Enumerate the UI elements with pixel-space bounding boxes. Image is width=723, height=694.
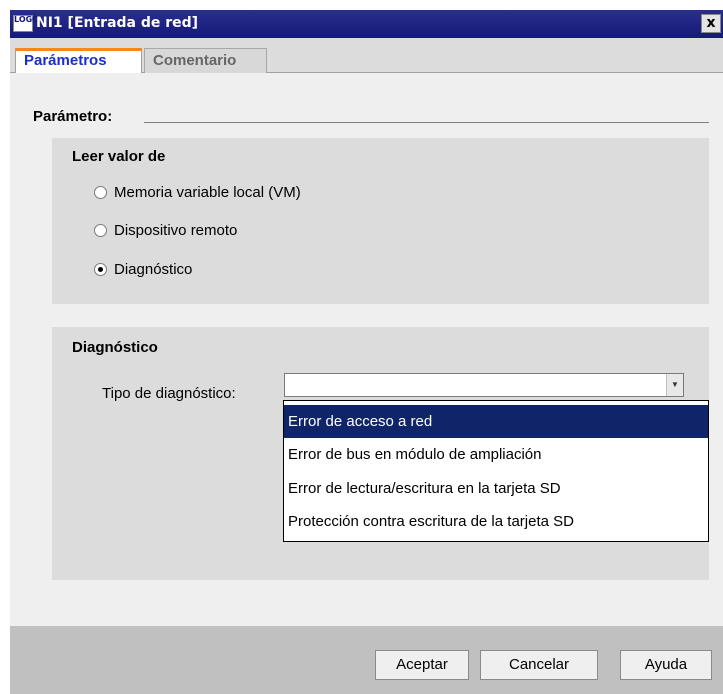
tab-bar: Parámetros Comentario <box>10 38 723 73</box>
diagnostic-group-title: Diagnóstico <box>72 339 158 356</box>
diagnostic-type-select[interactable]: ▼ <box>284 373 684 397</box>
diagnostic-type-dropdown: Error de acceso a red Error de bus en mó… <box>283 400 709 542</box>
dialog-window: LOGO! NI1 [Entrada de red] x Parámetros … <box>10 10 723 694</box>
tab-parametros[interactable]: Parámetros <box>15 48 142 73</box>
cancel-button[interactable]: Cancelar <box>480 650 598 680</box>
radio-dot-icon <box>98 267 103 272</box>
dropdown-option[interactable]: Error de lectura/escritura en la tarjeta… <box>284 472 708 505</box>
dropdown-option[interactable]: Error de bus en módulo de ampliación <box>284 438 708 471</box>
read-value-group-title: Leer valor de <box>72 148 166 165</box>
ok-button[interactable]: Aceptar <box>375 650 469 680</box>
dropdown-option[interactable]: Protección contra escritura de la tarjet… <box>284 505 708 538</box>
parameter-label: Parámetro: <box>33 108 113 125</box>
app-logo-icon: LOGO! <box>13 15 43 32</box>
radio-button[interactable] <box>94 186 107 199</box>
title-bar[interactable]: LOGO! NI1 [Entrada de red] x <box>10 10 723 38</box>
window-title: NI1 [Entrada de red] <box>36 15 199 31</box>
radio-label: Memoria variable local (VM) <box>114 184 301 201</box>
dropdown-option[interactable]: Error de acceso a red <box>284 405 708 438</box>
parameter-divider <box>144 122 709 123</box>
help-button[interactable]: Ayuda <box>620 650 712 680</box>
button-bar: Aceptar Cancelar Ayuda <box>10 626 723 694</box>
chevron-down-icon[interactable]: ▼ <box>666 374 683 396</box>
read-value-group: Leer valor de Memoria variable local (VM… <box>52 138 709 304</box>
diagnostic-type-label: Tipo de diagnóstico: <box>102 385 236 402</box>
radio-label: Dispositivo remoto <box>114 222 238 239</box>
radio-button-selected[interactable] <box>94 263 107 276</box>
radio-label: Diagnóstico <box>114 261 193 278</box>
tab-comentario[interactable]: Comentario <box>144 48 267 73</box>
close-button[interactable]: x <box>701 14 721 33</box>
radio-button[interactable] <box>94 224 107 237</box>
